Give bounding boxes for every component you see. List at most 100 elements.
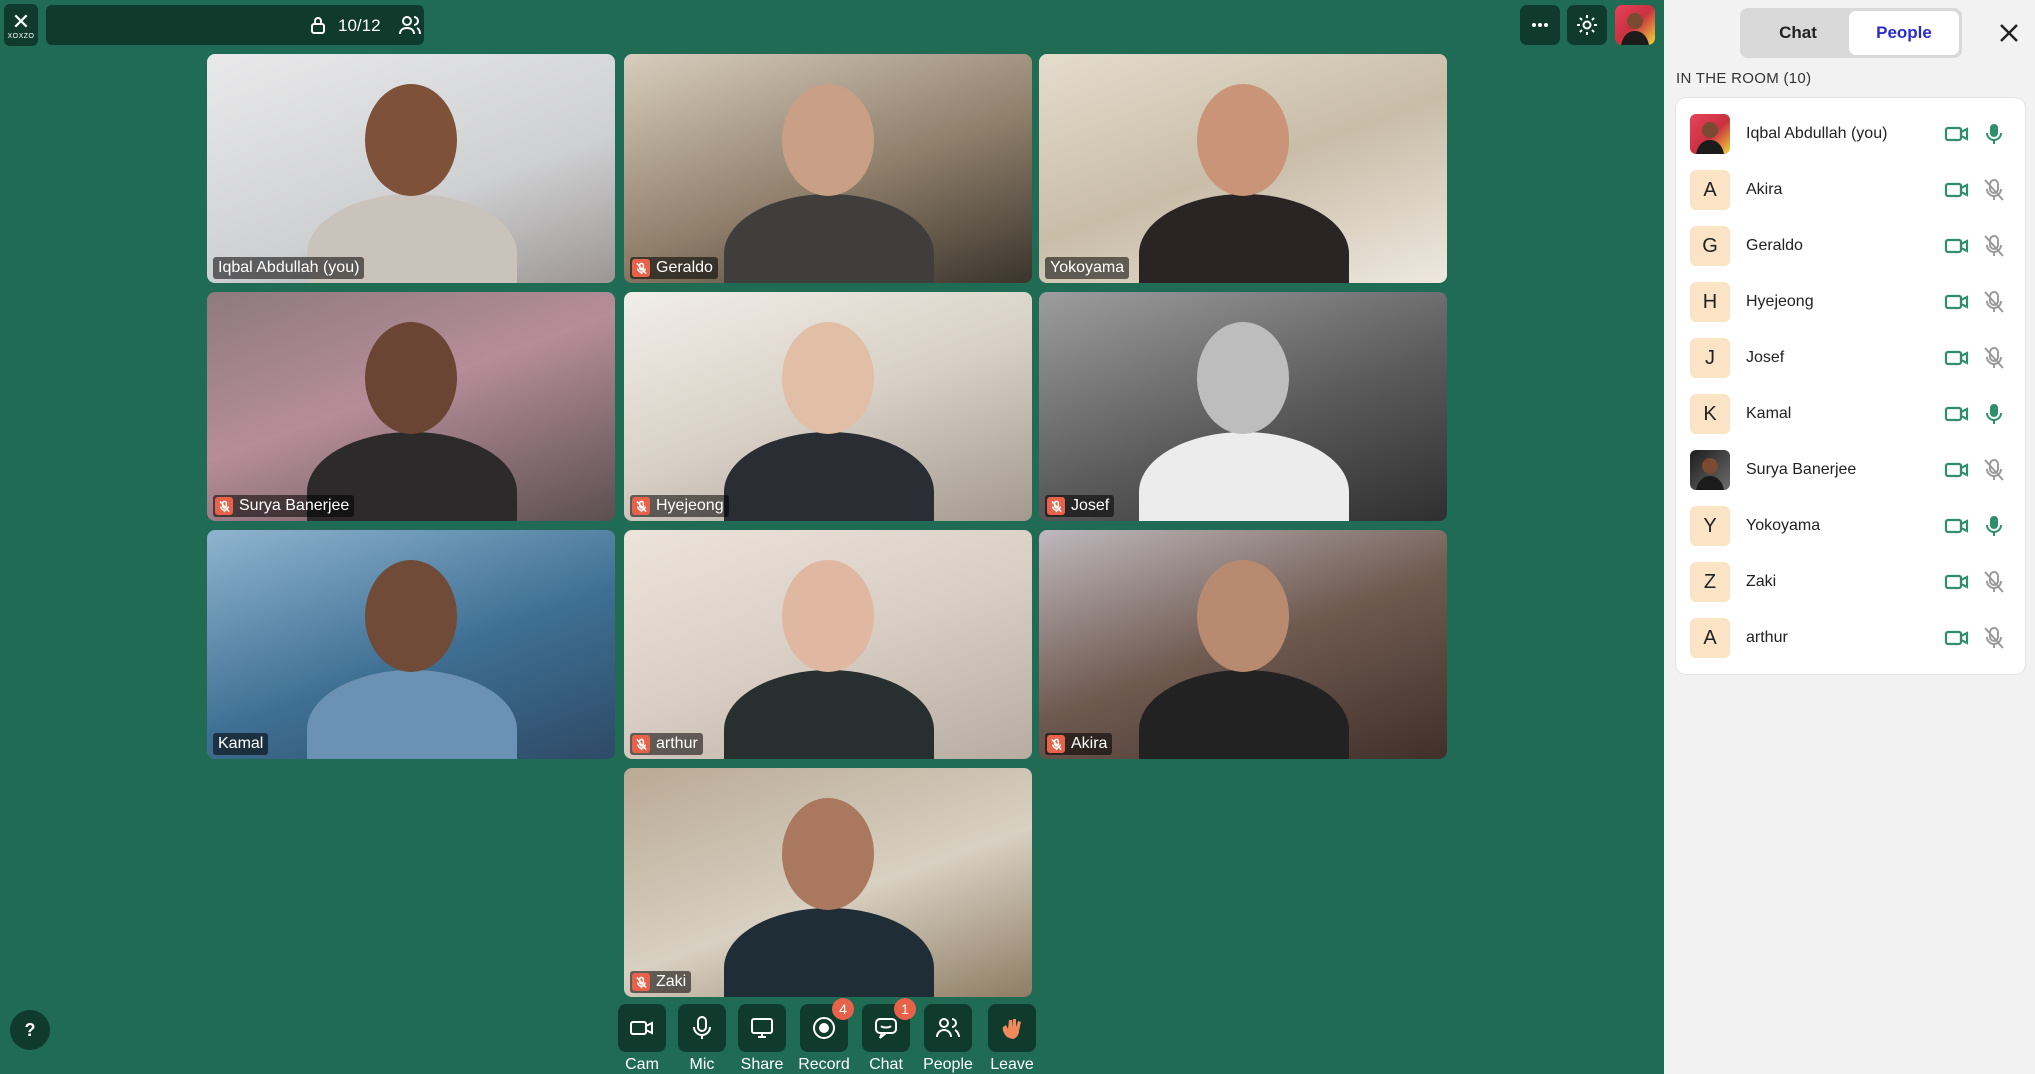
avatar: K (1690, 394, 1730, 434)
video-tile[interactable]: Hyejeong (624, 292, 1032, 521)
leave-button[interactable] (988, 1004, 1036, 1052)
control-label: Share (740, 1056, 784, 1073)
participant-name: Surya Banerjee (1746, 461, 1857, 478)
tile-name-label: Zaki (630, 971, 692, 993)
video-tile[interactable]: arthur (624, 530, 1032, 759)
camera-on-icon[interactable] (1944, 289, 1970, 315)
camera-on-icon[interactable] (1944, 345, 1970, 371)
video-tile[interactable]: Akira (1039, 530, 1447, 759)
people-panel: Chat People IN THE ROOM (10) Iqbal Abdul… (1664, 0, 2035, 1074)
people-control[interactable]: People (922, 1004, 974, 1074)
chat-button[interactable]: 1 (862, 998, 916, 1052)
logo-mark-icon: ✕ (11, 8, 31, 34)
mic-muted-icon (1047, 735, 1065, 753)
avatar (1690, 114, 1730, 154)
participant-row[interactable]: Z Zaki (1676, 554, 2025, 610)
avatar: Y (1690, 506, 1730, 546)
settings-button[interactable] (1567, 5, 1607, 45)
tile-name-label: Josef (1045, 495, 1115, 517)
app-logo[interactable]: ✕ XOXZO (4, 4, 38, 46)
mic-muted-icon[interactable] (1982, 346, 2006, 370)
mic-muted-icon[interactable] (1982, 178, 2006, 202)
count-badge: 1 (894, 998, 916, 1020)
avatar-initial: Y (1703, 514, 1717, 537)
participant-face (365, 322, 457, 434)
leave-control[interactable]: Leave (986, 1004, 1038, 1074)
more-options-button[interactable] (1520, 5, 1560, 45)
camera-on-icon[interactable] (1944, 625, 1970, 651)
video-tile[interactable]: Surya Banerjee (207, 292, 615, 521)
cam-button[interactable] (618, 1004, 666, 1052)
camera-on-icon[interactable] (1944, 401, 1970, 427)
participant-row[interactable]: Surya Banerjee (1676, 442, 2025, 498)
tile-name-text: Iqbal Abdullah (you) (218, 259, 360, 276)
mic-muted-icon[interactable] (1982, 234, 2006, 258)
share-button[interactable] (738, 1004, 786, 1052)
help-button[interactable]: ? (10, 1010, 50, 1050)
participant-face (1197, 560, 1289, 672)
participant-row[interactable]: Aarthur (1676, 610, 2025, 666)
participant-body (1139, 432, 1349, 521)
avatar-initial: J (1705, 346, 1715, 369)
video-tile[interactable]: Josef (1039, 292, 1447, 521)
mic-muted-icon[interactable] (1982, 626, 2006, 650)
tile-name-text: Geraldo (656, 259, 713, 276)
participant-body (724, 432, 934, 521)
participant-body (724, 194, 934, 283)
avatar: G (1690, 226, 1730, 266)
chat-control[interactable]: 1 Chat (860, 998, 916, 1074)
participant-face (782, 560, 874, 672)
logo-text: XOXZO (7, 32, 35, 40)
people-button[interactable] (924, 1004, 972, 1052)
participant-body (1139, 194, 1349, 283)
participant-row[interactable]: Iqbal Abdullah (you) (1676, 106, 2025, 162)
record-icon (811, 1015, 837, 1041)
cam-control[interactable]: Cam (616, 1004, 668, 1074)
video-tile[interactable]: Zaki (624, 768, 1032, 997)
avatar (1621, 13, 1649, 45)
participant-row[interactable]: K Kamal (1676, 386, 2025, 442)
avatar: Z (1690, 562, 1730, 602)
mic-control[interactable]: Mic (676, 1004, 728, 1074)
participant-row[interactable]: A Akira (1676, 162, 2025, 218)
video-tile[interactable]: Yokoyama (1039, 54, 1447, 283)
tile-name-text: Kamal (218, 735, 264, 752)
mic-muted-icon[interactable] (1982, 570, 2006, 594)
camera-on-icon[interactable] (1944, 177, 1970, 203)
record-control[interactable]: 4 Record (798, 998, 854, 1074)
avatar: A (1690, 618, 1730, 658)
control-label: Record (798, 1056, 850, 1073)
tab-chat[interactable]: Chat (1743, 11, 1853, 55)
video-tile[interactable]: Iqbal Abdullah (you) (207, 54, 615, 283)
camera-on-icon[interactable] (1944, 569, 1970, 595)
record-button[interactable]: 4 (800, 998, 854, 1052)
participant-row[interactable]: G Geraldo (1676, 218, 2025, 274)
camera-on-icon[interactable] (1944, 121, 1970, 147)
mic-muted-icon (632, 973, 650, 991)
close-panel-icon[interactable] (1994, 18, 2024, 48)
chat-icon (873, 1015, 899, 1041)
mic-on-icon[interactable] (1982, 402, 2006, 426)
tab-people[interactable]: People (1849, 11, 1959, 55)
participant-body (724, 908, 934, 997)
avatar (1690, 450, 1730, 490)
video-tile[interactable]: Geraldo (624, 54, 1032, 283)
mic-on-icon[interactable] (1982, 122, 2006, 146)
participant-row[interactable]: J Josef (1676, 330, 2025, 386)
mic-muted-icon[interactable] (1982, 290, 2006, 314)
mic-button[interactable] (678, 1004, 726, 1052)
participant-row[interactable]: H Hyejeong (1676, 274, 2025, 330)
video-tile[interactable]: Kamal (207, 530, 615, 759)
mic-on-icon[interactable] (1982, 514, 2006, 538)
camera-on-icon[interactable] (1944, 233, 1970, 259)
participant-row[interactable]: Y Yokoyama (1676, 498, 2025, 554)
camera-on-icon[interactable] (1944, 513, 1970, 539)
share-control[interactable]: Share (736, 1004, 788, 1074)
mic-muted-icon (632, 497, 650, 515)
user-avatar-button[interactable] (1615, 5, 1655, 45)
tile-name-label: Yokoyama (1045, 257, 1130, 279)
mic-muted-icon[interactable] (1982, 458, 2006, 482)
camera-on-icon[interactable] (1944, 457, 1970, 483)
participant-face (782, 84, 874, 196)
room-info-bar[interactable]: 10/12 (46, 5, 424, 45)
